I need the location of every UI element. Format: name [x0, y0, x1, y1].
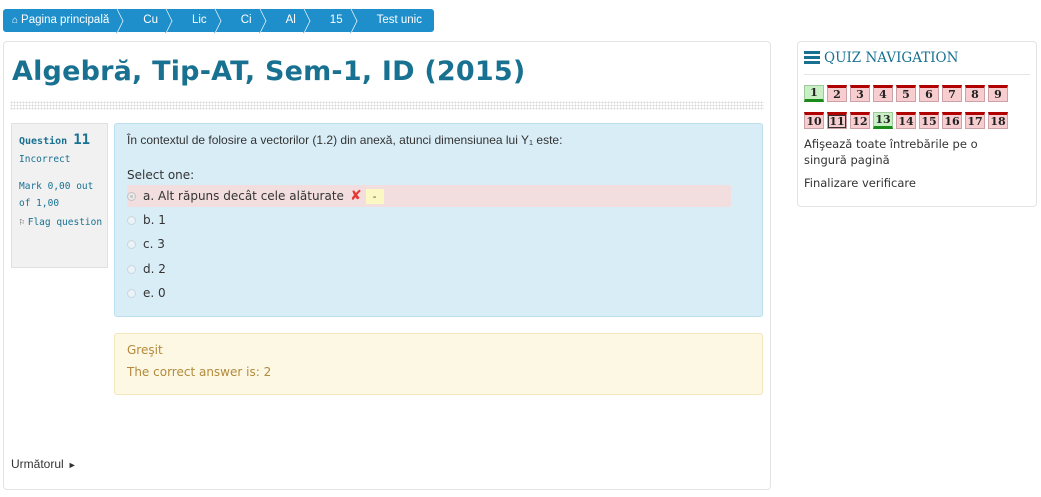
- question-mark: Mark 0,00 out of 1,00: [19, 181, 94, 209]
- select-prompt: Select one:: [127, 168, 195, 182]
- quiz-nav-button-10[interactable]: 10: [804, 112, 824, 129]
- divider: [804, 74, 1030, 75]
- quiz-nav-button-9[interactable]: 9: [988, 85, 1008, 102]
- breadcrumb-item[interactable]: Test unic: [355, 9, 434, 32]
- flag-icon: ⚐: [19, 217, 25, 228]
- quiz-nav-button-13[interactable]: 13: [873, 112, 893, 129]
- quiz-nav-button-2[interactable]: 2: [827, 85, 847, 102]
- question-state: Incorrect: [19, 154, 71, 165]
- quiz-nav-button-5[interactable]: 5: [896, 85, 916, 102]
- quiz-navigation: QUIZ NAVIGATION 1 2 3 4 5 6 7 8 9 10 11 …: [797, 41, 1037, 207]
- option-c[interactable]: c. 3: [127, 233, 165, 255]
- breadcrumb-home[interactable]: ⌂ Pagina principală: [3, 9, 121, 32]
- breadcrumb: ⌂ Pagina principală Cu Lic Ci Al 15 Test …: [3, 9, 434, 32]
- quiz-nav-title: QUIZ NAVIGATION: [804, 49, 958, 66]
- radio[interactable]: [127, 288, 136, 298]
- arrow-right-icon: ►: [67, 460, 77, 470]
- score-badge: -: [365, 188, 384, 204]
- finish-attempt-link[interactable]: Finalizare verificare: [804, 175, 916, 191]
- feedback-status: Greşit: [127, 343, 163, 357]
- next-button[interactable]: Următorul ►: [11, 457, 77, 471]
- quiz-nav-button-6[interactable]: 6: [919, 85, 939, 102]
- option-b[interactable]: b. 1: [127, 209, 166, 231]
- home-icon: ⌂: [12, 15, 19, 26]
- quiz-nav-button-14[interactable]: 14: [896, 112, 916, 129]
- quiz-nav-button-18[interactable]: 18: [988, 112, 1008, 129]
- radio[interactable]: [127, 239, 136, 249]
- quiz-nav-button-16[interactable]: 16: [942, 112, 962, 129]
- divider: [10, 101, 764, 110]
- quiz-nav-row-1: 1 2 3 4 5 6 7 8 9: [804, 85, 1011, 102]
- feedback-box: Greşit The correct answer is: 2: [114, 333, 763, 395]
- cross-icon: ✘: [349, 188, 362, 204]
- flag-question-button[interactable]: ⚐ Flag question: [19, 217, 102, 228]
- quiz-nav-button-11[interactable]: 11: [827, 112, 847, 129]
- question-formulation: În contextul de folosire a vectorilor (1…: [114, 123, 763, 317]
- option-d[interactable]: d. 2: [127, 258, 166, 280]
- show-all-questions-link[interactable]: Afişează toate întrebările pe o singură …: [804, 136, 1024, 168]
- quiz-nav-button-12[interactable]: 12: [850, 112, 870, 129]
- quiz-nav-button-3[interactable]: 3: [850, 85, 870, 102]
- question-number: Question 11: [19, 132, 91, 148]
- quiz-nav-button-17[interactable]: 17: [965, 112, 985, 129]
- quiz-nav-button-4[interactable]: 4: [873, 85, 893, 102]
- main-region: Algebră, Tip-AT, Sem-1, ID (2015) Questi…: [3, 41, 771, 490]
- breadcrumb-item[interactable]: Al: [264, 9, 308, 32]
- option-e[interactable]: e. 0: [127, 282, 166, 304]
- radio[interactable]: [127, 215, 136, 225]
- question-info: Question 11 Incorrect Mark 0,00 out of 1…: [11, 123, 108, 268]
- breadcrumb-item[interactable]: Cu: [121, 9, 170, 32]
- quiz-nav-button-1[interactable]: 1: [804, 85, 824, 102]
- quiz-nav-row-2: 10 11 12 13 14 15 16 17 18: [804, 112, 1011, 129]
- page-title: Algebră, Tip-AT, Sem-1, ID (2015): [12, 56, 526, 87]
- option-a[interactable]: a. Alt răpuns decât cele alăturate ✘ -: [127, 185, 731, 207]
- radio[interactable]: [127, 264, 136, 274]
- breadcrumb-item[interactable]: 15: [308, 9, 355, 32]
- correct-answer: The correct answer is: 2: [127, 365, 272, 379]
- question-text: În contextul de folosire a vectorilor (1…: [127, 133, 563, 147]
- breadcrumb-item[interactable]: Lic: [170, 9, 219, 32]
- quiz-nav-button-15[interactable]: 15: [919, 112, 939, 129]
- quiz-nav-button-8[interactable]: 8: [965, 85, 985, 102]
- radio-selected[interactable]: [127, 191, 136, 201]
- breadcrumb-item[interactable]: Ci: [219, 9, 264, 32]
- quiz-nav-button-7[interactable]: 7: [942, 85, 962, 102]
- menu-icon: [804, 49, 820, 66]
